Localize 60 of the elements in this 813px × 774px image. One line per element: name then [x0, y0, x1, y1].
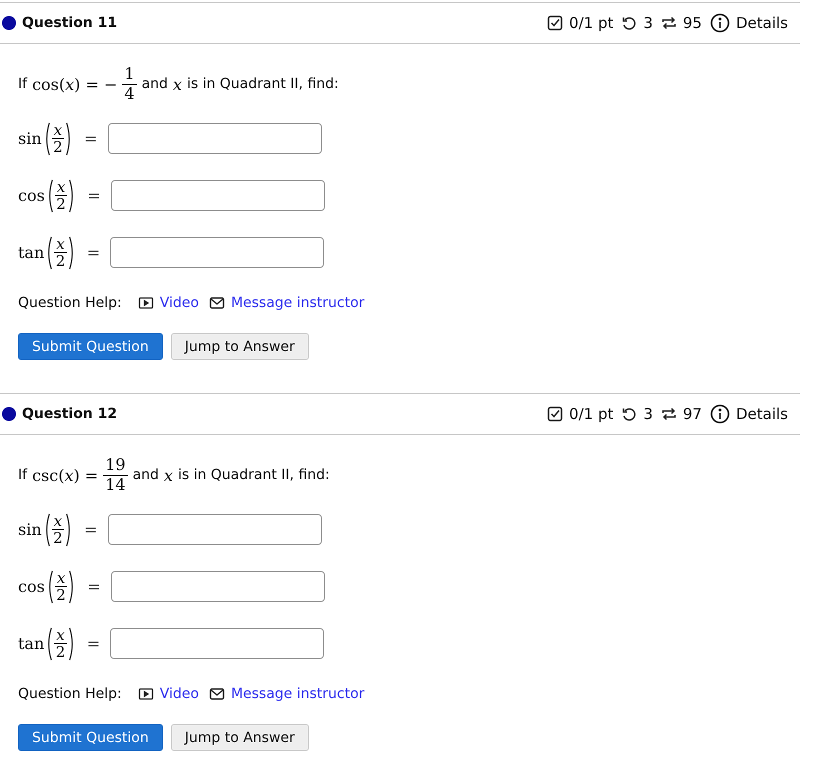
fraction: 19 14 — [103, 456, 128, 494]
undo-icon — [621, 15, 638, 31]
fraction: 1 4 — [122, 65, 137, 103]
info-icon[interactable] — [710, 404, 730, 424]
retries-count: 3 — [643, 14, 653, 32]
submit-button[interactable]: Submit Question — [18, 724, 163, 751]
info-icon[interactable] — [710, 13, 730, 33]
repeat-icon — [660, 406, 677, 422]
question-title: Question 12 — [22, 406, 118, 422]
equals-sign: = — [86, 634, 100, 653]
message-link[interactable]: Message instructor — [230, 686, 364, 702]
help-label: Question Help: — [18, 295, 122, 311]
answer-field[interactable] — [108, 514, 322, 545]
details-link[interactable]: Details — [736, 405, 788, 423]
help-label: Question Help: — [18, 686, 122, 702]
answer-field[interactable] — [110, 237, 324, 268]
equals-sign: = — [86, 243, 100, 262]
prompt-text: and — [132, 467, 159, 483]
parenthesis-icon — [68, 236, 76, 270]
prompt-text: is in Quadrant II, find: — [186, 76, 339, 92]
envelope-icon — [208, 295, 225, 311]
message-link[interactable]: Message instructor — [230, 295, 364, 311]
attempts-count: 97 — [682, 405, 702, 423]
equals-sign: = — [84, 520, 98, 539]
math-expression: x — [172, 74, 182, 94]
math-expression: csc(x) = — [32, 466, 98, 484]
math-expression: x — [164, 466, 173, 484]
equals-sign: = — [87, 577, 101, 596]
answer-field[interactable] — [110, 571, 325, 602]
video-link[interactable]: Video — [160, 295, 199, 311]
jump-button[interactable]: Jump to Answer — [170, 724, 309, 751]
parenthesis-icon — [68, 626, 76, 660]
parenthesis-icon — [45, 236, 54, 270]
question-title: Question 11 — [22, 15, 118, 31]
repeat-icon — [660, 15, 677, 31]
details-link[interactable]: Details — [736, 14, 788, 32]
video-icon — [138, 295, 154, 311]
prompt-text: If — [18, 467, 28, 483]
attempts-count: 95 — [682, 14, 702, 32]
equals-sign: = — [84, 129, 98, 148]
parenthesis-icon — [45, 626, 54, 660]
retries-count: 3 — [643, 405, 653, 423]
answer-field[interactable] — [110, 180, 325, 211]
video-link[interactable]: Video — [160, 686, 199, 702]
submit-button[interactable]: Submit Question — [18, 333, 163, 360]
prompt-text: and — [142, 76, 168, 92]
answer-field[interactable] — [110, 628, 324, 659]
equals-sign: = — [87, 186, 101, 205]
prompt-text: If — [18, 76, 28, 92]
prompt-text: is in Quadrant II, find: — [178, 467, 330, 483]
checkbox-icon — [547, 15, 564, 31]
answer-field[interactable] — [108, 123, 322, 154]
video-icon — [138, 686, 154, 702]
score-text: 0/1 pt — [569, 405, 614, 423]
score-text: 0/1 pt — [569, 14, 614, 32]
undo-icon — [621, 406, 638, 422]
envelope-icon — [208, 686, 225, 702]
jump-button[interactable]: Jump to Answer — [170, 333, 309, 360]
checkbox-icon — [547, 406, 564, 422]
math-expression: cos(x) = − — [32, 74, 118, 94]
